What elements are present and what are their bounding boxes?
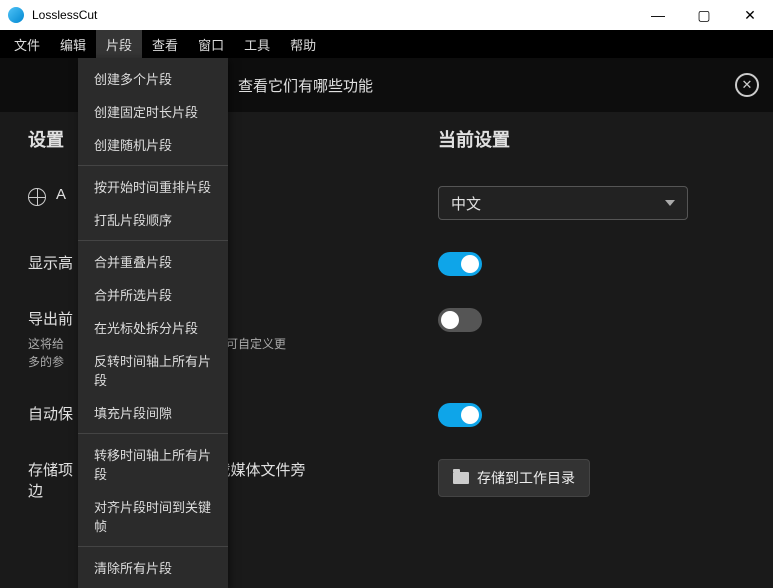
store-label-1: 存储项 (28, 462, 73, 479)
menu-segments[interactable]: 片段 (96, 30, 142, 58)
menu-file[interactable]: 文件 (4, 30, 50, 58)
autosave-toggle[interactable] (438, 403, 482, 427)
menu-help[interactable]: 帮助 (280, 30, 326, 58)
store-location-button[interactable]: 存储到工作目录 (438, 459, 590, 497)
dropdown-item[interactable]: 创建多个片段 (78, 62, 228, 95)
dropdown-item[interactable]: 合并所选片段 (78, 278, 228, 311)
dropdown-item[interactable]: 按开始时间重排片段 (78, 170, 228, 203)
dropdown-item[interactable]: 创建随机片段 (78, 128, 228, 161)
menu-window[interactable]: 窗口 (188, 30, 234, 58)
app-icon (8, 7, 24, 23)
minimize-button[interactable]: — (635, 0, 681, 30)
dropdown-item[interactable]: 创建固定时长片段 (78, 95, 228, 128)
lang-label: A (56, 186, 66, 203)
globe-icon (28, 188, 46, 206)
export-desc-1: 这将给 (28, 337, 64, 351)
current-settings-header: 当前设置 (418, 126, 745, 152)
hint-text: ，查看它们有哪些功能 (223, 75, 373, 96)
language-value: 中文 (451, 193, 481, 214)
store-label-3: 边 (28, 483, 43, 500)
segments-dropdown: 创建多个片段 创建固定时长片段 创建随机片段 按开始时间重排片段 打乱片段顺序 … (78, 58, 228, 588)
show-advanced-label: 显示高 (28, 252, 73, 273)
menubar: 文件 编辑 片段 查看 窗口 工具 帮助 (0, 30, 773, 58)
close-button[interactable]: ✕ (727, 0, 773, 30)
dropdown-item[interactable]: 在光标处拆分片段 (78, 311, 228, 344)
dropdown-item[interactable]: 转移时间轴上所有片段 (78, 438, 228, 490)
export-confirm-toggle[interactable] (438, 308, 482, 332)
dropdown-separator (78, 240, 228, 241)
dropdown-item[interactable]: 反转时间轴上所有片段 (78, 344, 228, 396)
maximize-button[interactable]: ▢ (681, 0, 727, 30)
dropdown-item[interactable]: 打乱片段顺序 (78, 203, 228, 236)
autosave-label: 自动保 (28, 403, 73, 424)
dropdown-item[interactable]: 对齐片段时间到关键帧 (78, 490, 228, 542)
dropdown-separator (78, 546, 228, 547)
window-title: LosslessCut (32, 8, 97, 22)
menu-tools[interactable]: 工具 (234, 30, 280, 58)
dropdown-separator (78, 433, 228, 434)
folder-icon (453, 472, 469, 484)
menu-edit[interactable]: 编辑 (50, 30, 96, 58)
store-button-label: 存储到工作目录 (477, 468, 575, 488)
chevron-down-icon (665, 200, 675, 206)
show-advanced-toggle[interactable] (438, 252, 482, 276)
language-select[interactable]: 中文 (438, 186, 688, 220)
dropdown-item[interactable]: 合并重叠片段 (78, 245, 228, 278)
banner-close-icon[interactable]: ✕ (735, 73, 759, 97)
dropdown-separator (78, 165, 228, 166)
dropdown-item[interactable]: 清除所有片段 (78, 551, 228, 584)
menu-view[interactable]: 查看 (142, 30, 188, 58)
export-desc-3: 多的参 (28, 355, 64, 369)
dropdown-item[interactable]: 填充片段间隙 (78, 396, 228, 429)
